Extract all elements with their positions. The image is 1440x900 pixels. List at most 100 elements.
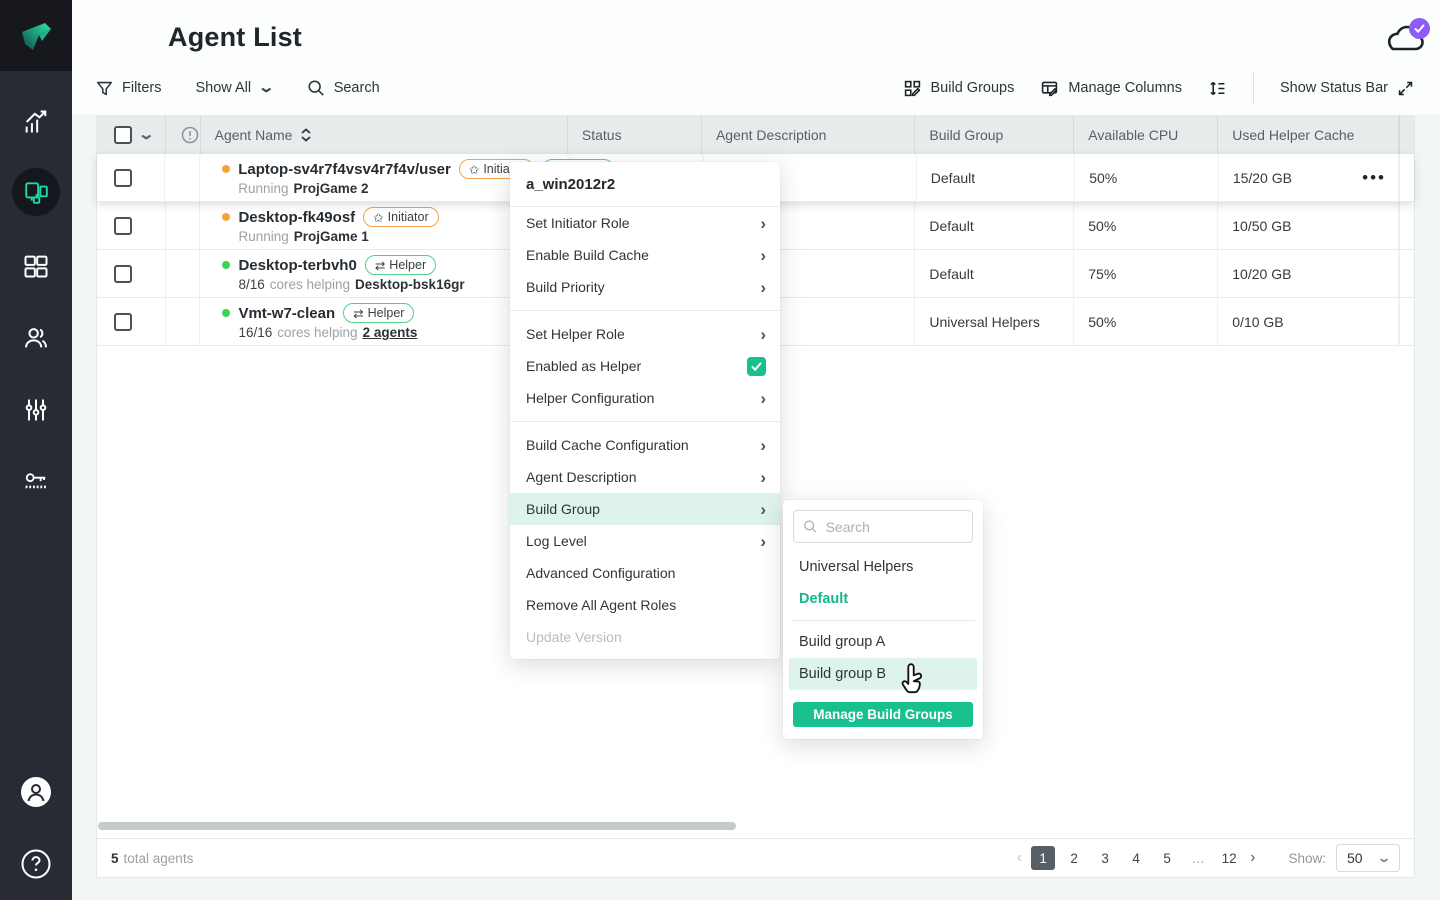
sidebar-item-users[interactable] (0, 322, 72, 354)
sort-icon[interactable] (300, 128, 312, 142)
row-checkbox[interactable] (114, 313, 132, 331)
column-header-agent-description[interactable]: Agent Description (702, 115, 915, 154)
page-button-4[interactable]: 4 (1124, 846, 1148, 870)
submenu-search[interactable] (793, 510, 973, 543)
helping-agents-link[interactable]: 2 agents (363, 325, 418, 340)
select-menu-chevron-icon[interactable]: ⌄ (137, 130, 155, 140)
row-height-button[interactable] (1208, 79, 1227, 98)
menu-item-helper-configuration[interactable]: Helper Configuration › (510, 382, 780, 414)
build-group-option-universal-helpers[interactable]: Universal Helpers (793, 551, 973, 583)
menu-divider (510, 421, 780, 422)
menu-item-enabled-as-helper[interactable]: Enabled as Helper (510, 350, 780, 382)
manage-columns-button[interactable]: Manage Columns (1040, 79, 1182, 98)
build-group-cell: Default (915, 250, 1074, 297)
column-header-status[interactable]: Status (568, 115, 702, 154)
helper-badge-icon: ⇄ (353, 306, 363, 321)
search-button[interactable]: Search (307, 79, 380, 97)
agent-name: Laptop-sv4r7f4vsv4r7f4v/user (238, 161, 451, 178)
status-dot-icon (222, 309, 230, 317)
search-input[interactable] (826, 519, 963, 535)
build-group-option-default-selected[interactable]: Default (793, 583, 973, 615)
chevron-down-icon: ⌄ (1377, 853, 1391, 863)
menu-item-remove-all-agent-roles[interactable]: Remove All Agent Roles (510, 589, 780, 621)
incredibuild-logo-icon (15, 15, 57, 57)
agent-subtext: cores helping (270, 277, 350, 292)
sliders-icon (22, 396, 50, 424)
sidebar-item-builds[interactable] (0, 250, 72, 282)
menu-item-agent-description[interactable]: Agent Description › (510, 461, 780, 493)
filters-button[interactable]: Filters (96, 80, 161, 97)
initiator-badge-icon: ✩ (373, 210, 383, 225)
table-footer: 5 total agents ‹ 1 2 3 4 5 … 12 › Show: … (97, 838, 1414, 877)
next-page-button[interactable]: › (1248, 849, 1257, 867)
page-ellipsis: … (1186, 846, 1210, 870)
build-group-cell: Default (917, 154, 1075, 201)
used-helper-cache-cell: 0/10 GB (1218, 298, 1399, 345)
menu-item-set-helper-role[interactable]: Set Helper Role › (510, 318, 780, 350)
chevron-right-icon: › (760, 326, 766, 343)
chevron-right-icon: › (760, 533, 766, 550)
sidebar-item-settings[interactable] (0, 394, 72, 426)
page-button-3[interactable]: 3 (1093, 846, 1117, 870)
build-groups-button[interactable]: Build Groups (903, 79, 1015, 98)
app-logo[interactable] (0, 0, 72, 71)
chevron-right-icon: › (760, 390, 766, 407)
page-button-2[interactable]: 2 (1062, 846, 1086, 870)
menu-item-log-level[interactable]: Log Level › (510, 525, 780, 557)
page-size-select[interactable]: 50 ⌄ (1336, 844, 1400, 872)
check-icon (751, 362, 762, 371)
menu-item-enable-build-cache[interactable]: Enable Build Cache › (510, 239, 780, 271)
toolbar-divider (1253, 71, 1254, 105)
build-group-submenu: Universal Helpers Default Build group A … (783, 500, 983, 739)
chevron-right-icon: › (760, 247, 766, 264)
status-dot-icon (222, 213, 230, 221)
page-button-1[interactable]: 1 (1031, 846, 1055, 870)
menu-item-build-group[interactable]: Build Group › (510, 493, 780, 525)
agent-subtext-cores: 8/16 (238, 277, 264, 292)
row-checkbox[interactable] (114, 217, 132, 235)
horizontal-scrollbar[interactable] (98, 822, 736, 830)
user-avatar[interactable] (0, 776, 72, 808)
page-button-12[interactable]: 12 (1217, 846, 1241, 870)
column-header-available-cpu[interactable]: Available CPU (1074, 115, 1218, 154)
build-group-option-build-group-b[interactable]: Build group B (789, 658, 977, 690)
search-icon (307, 79, 325, 97)
build-group-option-build-group-a[interactable]: Build group A (793, 626, 973, 658)
sidebar-item-agents-active[interactable] (12, 168, 60, 216)
menu-item-build-priority[interactable]: Build Priority › (510, 271, 780, 303)
pagination: ‹ 1 2 3 4 5 … 12 › Show: 50 ⌄ (1015, 844, 1400, 872)
column-header-used-helper-cache[interactable]: Used Helper Cache (1218, 115, 1399, 154)
previous-page-button[interactable]: ‹ (1015, 849, 1024, 867)
checked-checkbox[interactable] (747, 357, 766, 376)
context-menu-title: a_win2012r2 (510, 162, 780, 207)
help-button[interactable] (0, 848, 72, 880)
show-label: Show: (1288, 851, 1326, 866)
menu-item-set-initiator-role[interactable]: Set Initiator Role › (510, 207, 780, 239)
build-group-cell: Default (915, 202, 1074, 249)
show-all-dropdown[interactable]: Show All ⌄ (195, 80, 272, 96)
total-agents-label: 5 total agents (111, 851, 193, 866)
column-header-agent-name[interactable]: Agent Name (201, 115, 568, 154)
build-groups-label: Build Groups (931, 80, 1015, 96)
builds-panels-icon (22, 252, 50, 280)
show-status-bar-button[interactable]: Show Status Bar (1280, 80, 1414, 97)
manage-build-groups-button[interactable]: Manage Build Groups (793, 702, 973, 727)
chevron-right-icon: › (760, 437, 766, 454)
menu-item-advanced-configuration[interactable]: Advanced Configuration (510, 557, 780, 589)
helper-badge-icon: ⇄ (375, 258, 385, 273)
sidebar-item-license[interactable] (0, 464, 72, 496)
select-all-checkbox[interactable] (114, 126, 132, 144)
page-button-5[interactable]: 5 (1155, 846, 1179, 870)
agent-subtext-cores: 16/16 (238, 325, 272, 340)
menu-item-build-cache-configuration[interactable]: Build Cache Configuration › (510, 429, 780, 461)
row-more-options-button[interactable]: ••• (1362, 154, 1386, 202)
row-checkbox[interactable] (114, 169, 132, 187)
menu-divider (510, 310, 780, 311)
cloud-status-button[interactable] (1382, 20, 1426, 60)
column-header-build-group[interactable]: Build Group (915, 115, 1074, 154)
analytics-chart-icon (22, 108, 50, 136)
sidebar-item-dashboard[interactable] (0, 106, 72, 138)
show-all-label: Show All (195, 80, 251, 96)
chevron-right-icon: › (760, 469, 766, 486)
row-checkbox[interactable] (114, 265, 132, 283)
